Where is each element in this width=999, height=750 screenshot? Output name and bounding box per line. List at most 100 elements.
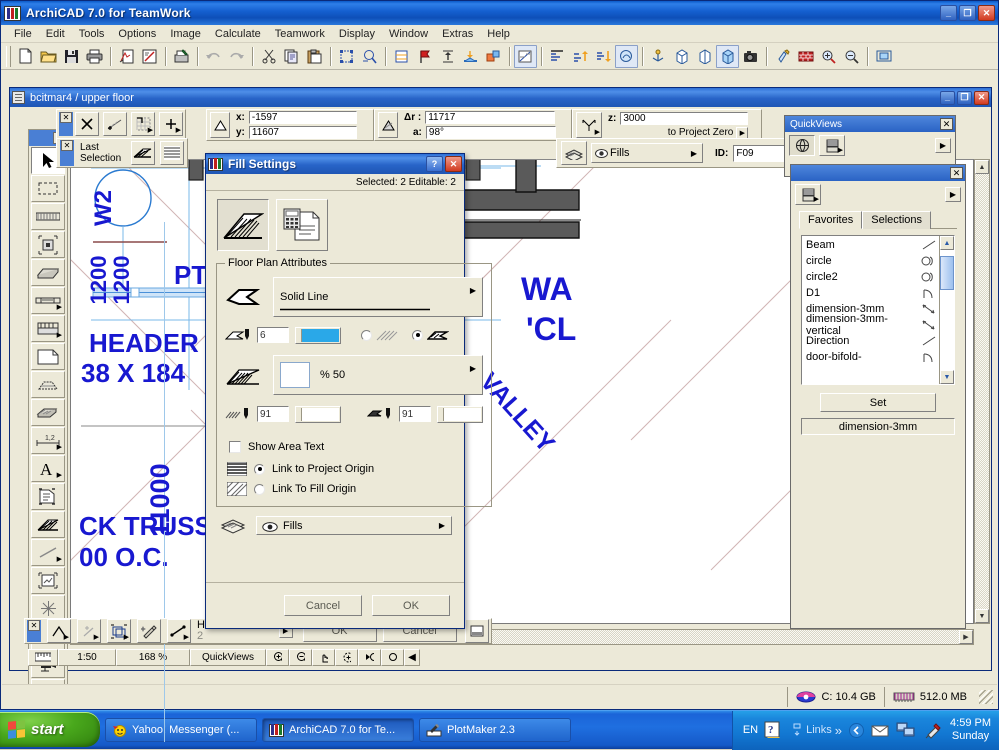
tool-column[interactable] <box>31 231 65 258</box>
pattern-pen-swatch[interactable] <box>295 406 341 423</box>
zoom-value[interactable]: 168 % <box>116 649 190 666</box>
toolbar-grip[interactable] <box>6 46 11 67</box>
show-area-text-row[interactable]: Show Area Text <box>229 441 483 453</box>
menu-help[interactable]: Help <box>480 27 517 41</box>
grid-snap-icon[interactable] <box>335 45 358 68</box>
menu-extras[interactable]: Extras <box>435 27 480 41</box>
pattern-pen-field[interactable]: 91 <box>257 406 289 422</box>
chevron-right-icon[interactable]: ▶ <box>124 634 129 641</box>
fill-tool-icon[interactable] <box>131 141 155 165</box>
print-icon[interactable] <box>83 45 106 68</box>
chevron-right-icon[interactable]: ▶ <box>148 127 153 134</box>
multiply-button[interactable]: ▶ <box>107 619 131 643</box>
list-item[interactable]: circle <box>802 253 939 269</box>
open-folder-icon[interactable] <box>37 45 60 68</box>
scroll-down-button[interactable]: ▼ <box>975 609 989 623</box>
snap-plus-icon[interactable]: ▶ <box>159 112 183 136</box>
layers-stack-icon[interactable] <box>561 141 587 165</box>
minimize-button[interactable]: _ <box>940 5 957 21</box>
fill-dialog-ok-button[interactable]: OK <box>372 595 450 616</box>
menu-tools[interactable]: Tools <box>72 27 112 41</box>
elevation-reference-dropdown-icon[interactable]: ▶ <box>736 127 748 139</box>
favorites-scroll-down[interactable]: ▼ <box>940 370 954 384</box>
close-button[interactable]: ✕ <box>978 5 995 21</box>
links-toolbar[interactable]: Links » <box>792 723 842 738</box>
previous-zoom-icon[interactable] <box>358 649 381 666</box>
favorites-list-icon[interactable]: ▶ <box>795 184 821 205</box>
favorites-listbox[interactable]: Beam circle circle2 D1 dimension-3mm dim… <box>801 235 955 385</box>
tool-wall[interactable] <box>31 203 65 230</box>
zoom-in-icon[interactable] <box>817 45 840 68</box>
delta-r-field[interactable]: 11717 <box>425 111 555 124</box>
angle-field[interactable]: 98° <box>426 126 556 139</box>
bottom-bar-close-icon[interactable]: ✕ <box>28 620 40 631</box>
quickviews-close-icon[interactable]: ✕ <box>940 118 953 130</box>
polar-coords-icon[interactable] <box>378 112 398 138</box>
links-label[interactable]: Links <box>806 724 832 736</box>
place-on-story-icon[interactable] <box>459 45 482 68</box>
maximize-button[interactable]: ❐ <box>959 5 976 21</box>
new-document-icon[interactable] <box>14 45 37 68</box>
link-fill-origin-radio[interactable] <box>254 484 265 495</box>
print-preview-icon[interactable] <box>138 45 161 68</box>
background-pen-swatch[interactable] <box>437 406 483 423</box>
z-field[interactable]: 3000 <box>620 112 748 125</box>
tab-favorites[interactable]: Favorites <box>799 211 862 229</box>
help-icon[interactable]: ? <box>764 721 781 739</box>
chevron-right-icon[interactable]: ▶ <box>595 129 600 136</box>
chevron-right-icon[interactable]: ▶ <box>176 127 181 134</box>
section-elevation-icon[interactable] <box>514 45 537 68</box>
tool-object[interactable] <box>31 343 65 370</box>
snap-grid-icon[interactable]: ▶ <box>131 112 155 136</box>
fill-pattern-combo[interactable]: % 50 ▶ <box>273 355 483 395</box>
page-setup-icon[interactable] <box>115 45 138 68</box>
copy-icon[interactable] <box>280 45 303 68</box>
doc-minimize-button[interactable]: _ <box>940 91 955 105</box>
list-item[interactable]: circle2 <box>802 269 939 285</box>
3d-view-active-icon[interactable] <box>716 45 739 68</box>
y-field[interactable]: 11607 <box>249 126 357 139</box>
quickviews-favorites-close-icon[interactable]: ✕ <box>950 167 963 179</box>
chevron-right-icon[interactable]: ▶ <box>94 634 99 641</box>
tool-zone[interactable] <box>31 483 65 510</box>
absolute-coords-icon[interactable] <box>210 112 230 138</box>
tab-selections[interactable]: Selections <box>862 211 931 229</box>
save-disk-icon[interactable] <box>60 45 83 68</box>
tool-window[interactable]: ▶ <box>31 315 65 342</box>
start-button[interactable]: start <box>0 712 100 747</box>
find-select-icon[interactable] <box>358 45 381 68</box>
contour-pen-field[interactable]: 6 <box>257 327 289 343</box>
elevation-icon[interactable]: ▶ <box>576 112 602 138</box>
link-fill-origin-row[interactable]: Link To Fill Origin <box>227 482 483 496</box>
next-zoom-icon[interactable] <box>381 649 404 666</box>
chevron-right-icon[interactable]: ▶ <box>57 444 62 451</box>
layer-settings-icon[interactable] <box>546 45 569 68</box>
list-item[interactable]: door-bifold- <box>802 349 939 365</box>
tool-marquee[interactable] <box>31 175 65 202</box>
favorites-scroll-up[interactable]: ▲ <box>940 236 954 250</box>
chevron-right-icon[interactable]: ▶ <box>470 286 476 295</box>
taskbar-item-plotmaker[interactable]: PlotMaker 2.3 <box>419 718 571 742</box>
fit-in-window-icon[interactable] <box>872 45 895 68</box>
menu-image[interactable]: Image <box>163 27 208 41</box>
vscroll-track[interactable] <box>975 174 989 609</box>
menu-teamwork[interactable]: Teamwork <box>268 27 332 41</box>
paste-icon[interactable] <box>303 45 326 68</box>
tool-figure[interactable] <box>31 567 65 594</box>
link-project-origin-radio[interactable] <box>254 464 265 475</box>
menu-edit[interactable]: Edit <box>39 27 72 41</box>
scroll-up-button[interactable]: ▲ <box>975 160 989 174</box>
menu-file[interactable]: File <box>7 27 39 41</box>
doc-maximize-button[interactable]: ❐ <box>957 91 972 105</box>
tool-text[interactable]: A ▶ <box>31 455 65 482</box>
info-close-icon[interactable]: ✕ <box>60 112 72 123</box>
set-button[interactable]: Set <box>820 393 936 412</box>
ruler-icon[interactable] <box>28 649 58 666</box>
go-to-story-icon[interactable] <box>413 45 436 68</box>
division-value[interactable]: 2 <box>197 631 217 642</box>
collapse-bar-button[interactable] <box>465 619 489 643</box>
status-more-icon[interactable]: ◀ <box>404 649 420 666</box>
quickviews-expand-icon[interactable]: ▶ <box>935 138 951 153</box>
element-info-close-icon[interactable]: ✕ <box>61 140 73 151</box>
tool-fill[interactable] <box>31 511 65 538</box>
